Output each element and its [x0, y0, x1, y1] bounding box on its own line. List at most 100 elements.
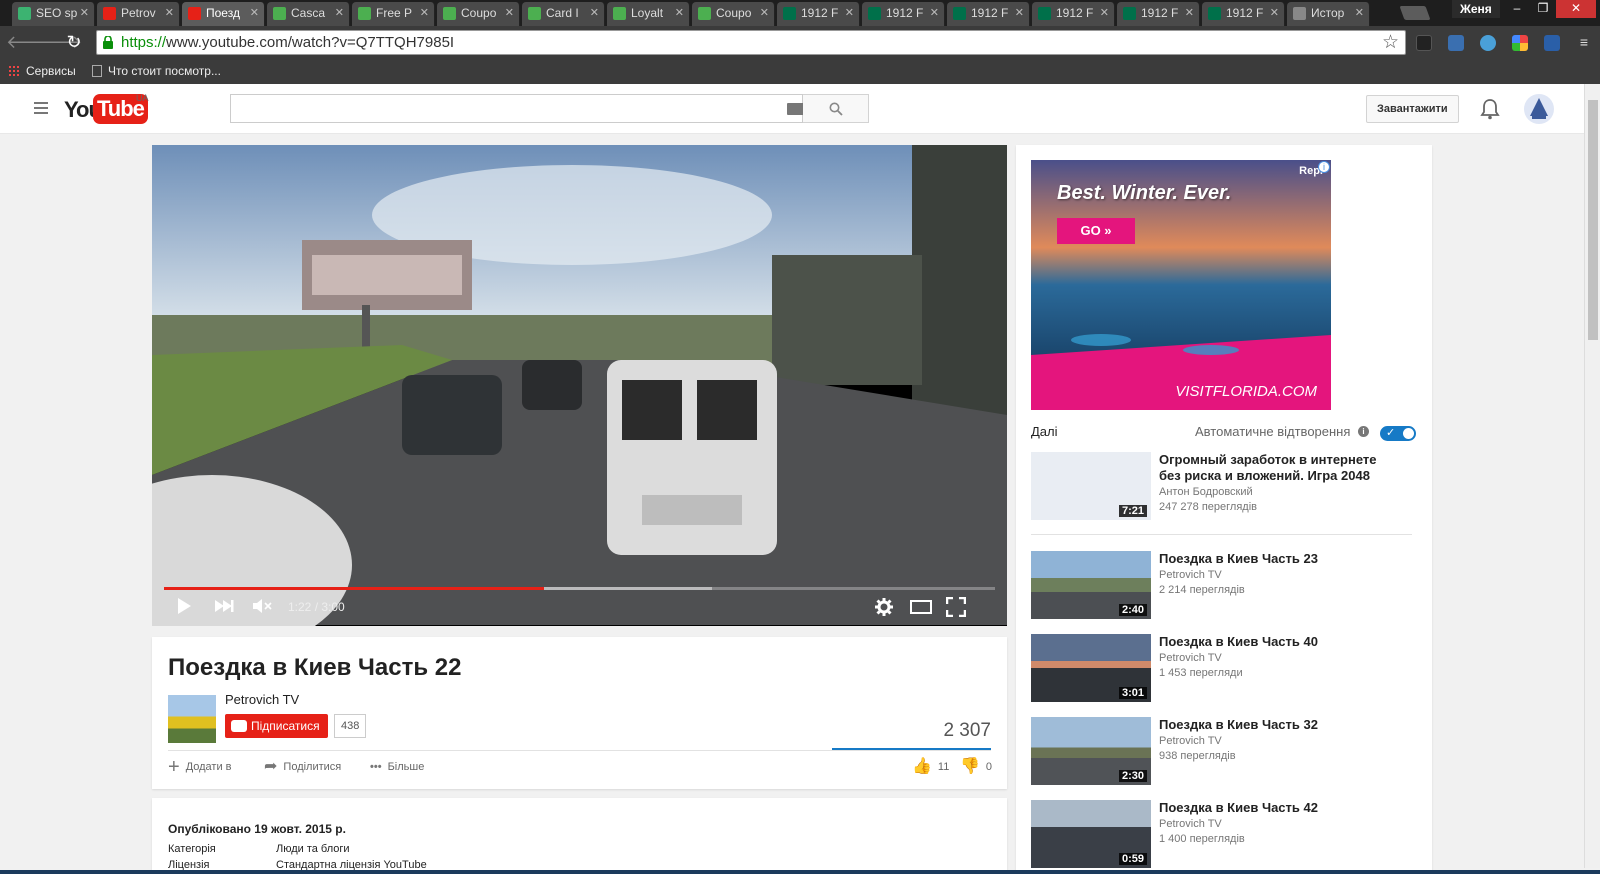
apps-bookmark[interactable]: Сервисы	[8, 63, 76, 79]
youtube-header: You Tube UA Завантажити	[0, 84, 1584, 134]
theater-mode-icon[interactable]	[910, 600, 932, 614]
tab-close-icon[interactable]: ✕	[505, 2, 514, 24]
ad-banner[interactable]: Best. Winter. Ever. GO » VISITFLORIDA.CO…	[1031, 160, 1331, 410]
browser-tab[interactable]: Casca ✕	[267, 2, 350, 26]
video-title-link[interactable]: Поездка в Киев Часть 40	[1159, 634, 1391, 650]
autoplay-toggle[interactable]: ✓	[1380, 426, 1416, 441]
tab-close-icon[interactable]: ✕	[1270, 2, 1279, 24]
browser-tab[interactable]: Card I ✕	[522, 2, 605, 26]
play-icon[interactable]	[176, 597, 192, 615]
browser-tab[interactable]: Истор ✕	[1287, 2, 1370, 26]
video-thumbnail[interactable]: 2:40	[1031, 551, 1151, 619]
account-avatar[interactable]	[1524, 94, 1554, 124]
forward-icon[interactable]: 🡒	[34, 30, 82, 54]
tab-favicon-icon	[868, 7, 881, 20]
browser-tab[interactable]: 1912 F ✕	[862, 2, 945, 26]
category-value[interactable]: Люди та блоги	[276, 843, 350, 855]
globe-extension-icon[interactable]	[1480, 35, 1496, 51]
search-icon	[829, 102, 843, 116]
recommended-video[interactable]: 2:30 Поездка в Киев Часть 32 Petrovich TV 9…	[1031, 717, 1391, 785]
upload-button[interactable]: Завантажити	[1366, 95, 1459, 123]
extension-icon-2[interactable]	[1448, 35, 1464, 51]
back-icon[interactable]: 🡐	[6, 30, 54, 54]
ad-go-button[interactable]: GO »	[1057, 218, 1135, 244]
chrome-menu-icon[interactable]: ≡	[1572, 30, 1596, 54]
video-title-link[interactable]: Поездка в Киев Часть 23	[1159, 551, 1391, 567]
channel-avatar[interactable]	[168, 695, 216, 743]
tab-close-icon[interactable]: ✕	[1355, 2, 1364, 24]
video-thumbnail[interactable]: 7:21	[1031, 452, 1151, 520]
video-thumbnail[interactable]: 0:59	[1031, 800, 1151, 868]
ad-headline: Best. Winter. Ever.	[1057, 182, 1232, 204]
dislike-button[interactable]: 👎 0	[960, 756, 992, 778]
browser-tab[interactable]: 1912 F ✕	[777, 2, 860, 26]
browser-tab[interactable]: 1912 F ✕	[947, 2, 1030, 26]
video-player[interactable]: 1:22 / 3:00	[152, 145, 1007, 626]
subscribe-button[interactable]: Підписатися	[225, 714, 328, 738]
browser-tab[interactable]: Loyalt ✕	[607, 2, 690, 26]
fullscreen-icon[interactable]	[946, 597, 966, 617]
recommended-video[interactable]: 3:01 Поездка в Киев Часть 40 Petrovich TV 1…	[1031, 634, 1391, 702]
guide-menu-icon[interactable]	[34, 102, 48, 114]
browser-tab[interactable]: SEO sp ✕	[12, 2, 95, 26]
browser-tab[interactable]: 1912 F ✕	[1117, 2, 1200, 26]
next-video-icon[interactable]	[214, 597, 234, 615]
new-tab-button[interactable]	[1399, 6, 1431, 20]
mute-icon[interactable]	[252, 597, 274, 615]
tab-close-icon[interactable]: ✕	[760, 2, 769, 24]
tab-close-icon[interactable]: ✕	[80, 2, 89, 24]
tab-close-icon[interactable]: ✕	[1185, 2, 1194, 24]
tab-close-icon[interactable]: ✕	[930, 2, 939, 24]
share-button[interactable]: ➦ Поділитися	[264, 756, 341, 778]
autoplay-info-icon[interactable]: i	[1358, 426, 1369, 437]
tab-close-icon[interactable]: ✕	[845, 2, 854, 24]
tab-close-icon[interactable]: ✕	[675, 2, 684, 24]
bookmark-star-icon[interactable]: ☆	[1382, 31, 1399, 54]
minimize-icon[interactable]: –	[1504, 0, 1530, 18]
recommended-video[interactable]: 2:40 Поездка в Киев Часть 23 Petrovich TV 2…	[1031, 551, 1391, 619]
search-input[interactable]	[230, 94, 805, 123]
maximize-icon[interactable]: ❐	[1530, 0, 1556, 18]
browser-tab[interactable]: 1912 F ✕	[1202, 2, 1285, 26]
more-button[interactable]: ••• Більше	[370, 756, 424, 778]
tab-close-icon[interactable]: ✕	[165, 2, 174, 24]
tab-label: Истор	[1311, 6, 1345, 20]
browser-tab[interactable]: Free P ✕	[352, 2, 435, 26]
channel-name[interactable]: Petrovich TV	[225, 692, 299, 707]
video-title-link[interactable]: Поездка в Киев Часть 32	[1159, 717, 1391, 733]
close-window-icon[interactable]: ✕	[1556, 0, 1596, 18]
profile-name[interactable]: Женя	[1452, 0, 1500, 18]
notifications-bell-icon[interactable]	[1480, 98, 1500, 120]
video-title-link[interactable]: Огромный заработок в интернете без риска…	[1159, 452, 1391, 484]
settings-gear-icon[interactable]	[874, 597, 894, 617]
video-thumbnail[interactable]: 2:30	[1031, 717, 1151, 785]
tab-close-icon[interactable]: ✕	[590, 2, 599, 24]
address-bar[interactable]: https://www.youtube.com/watch?v=Q7TTQH79…	[96, 30, 1406, 55]
tab-close-icon[interactable]: ✕	[250, 2, 259, 24]
tab-close-icon[interactable]: ✕	[420, 2, 429, 24]
video-title-link[interactable]: Поездка в Киев Часть 42	[1159, 800, 1391, 816]
search-button[interactable]	[803, 94, 869, 123]
tab-close-icon[interactable]: ✕	[335, 2, 344, 24]
extension-icon-1[interactable]	[1416, 35, 1432, 51]
browser-tab[interactable]: 1912 F ✕	[1032, 2, 1115, 26]
tab-close-icon[interactable]: ✕	[1100, 2, 1109, 24]
reload-icon[interactable]: ↻	[62, 30, 86, 54]
page-scrollbar[interactable]	[1584, 84, 1600, 868]
add-to-button[interactable]: + Додати в	[168, 756, 232, 778]
browser-tab[interactable]: Поезд ✕	[182, 2, 265, 26]
like-button[interactable]: 👍 11	[912, 756, 949, 778]
scrollbar-thumb[interactable]	[1588, 100, 1598, 340]
browser-tab[interactable]: Coupo ✕	[437, 2, 520, 26]
recommended-video[interactable]: 0:59 Поездка в Киев Часть 42 Petrovich TV 1…	[1031, 800, 1391, 868]
video-thumbnail[interactable]: 3:01	[1031, 634, 1151, 702]
recommended-video[interactable]: 7:21 Огромный заработок в интернете без р…	[1031, 452, 1391, 520]
bookmark-item[interactable]: Что стоит посмотр...	[92, 63, 221, 79]
extension-badge-icon[interactable]	[1544, 35, 1560, 51]
ad-info-icon[interactable]: i	[1318, 161, 1330, 173]
tab-close-icon[interactable]: ✕	[1015, 2, 1024, 24]
browser-tab[interactable]: Coupo ✕	[692, 2, 775, 26]
extension-icon-4[interactable]	[1512, 35, 1528, 51]
browser-tab[interactable]: Petrov ✕	[97, 2, 180, 26]
seek-bar[interactable]	[164, 587, 995, 590]
